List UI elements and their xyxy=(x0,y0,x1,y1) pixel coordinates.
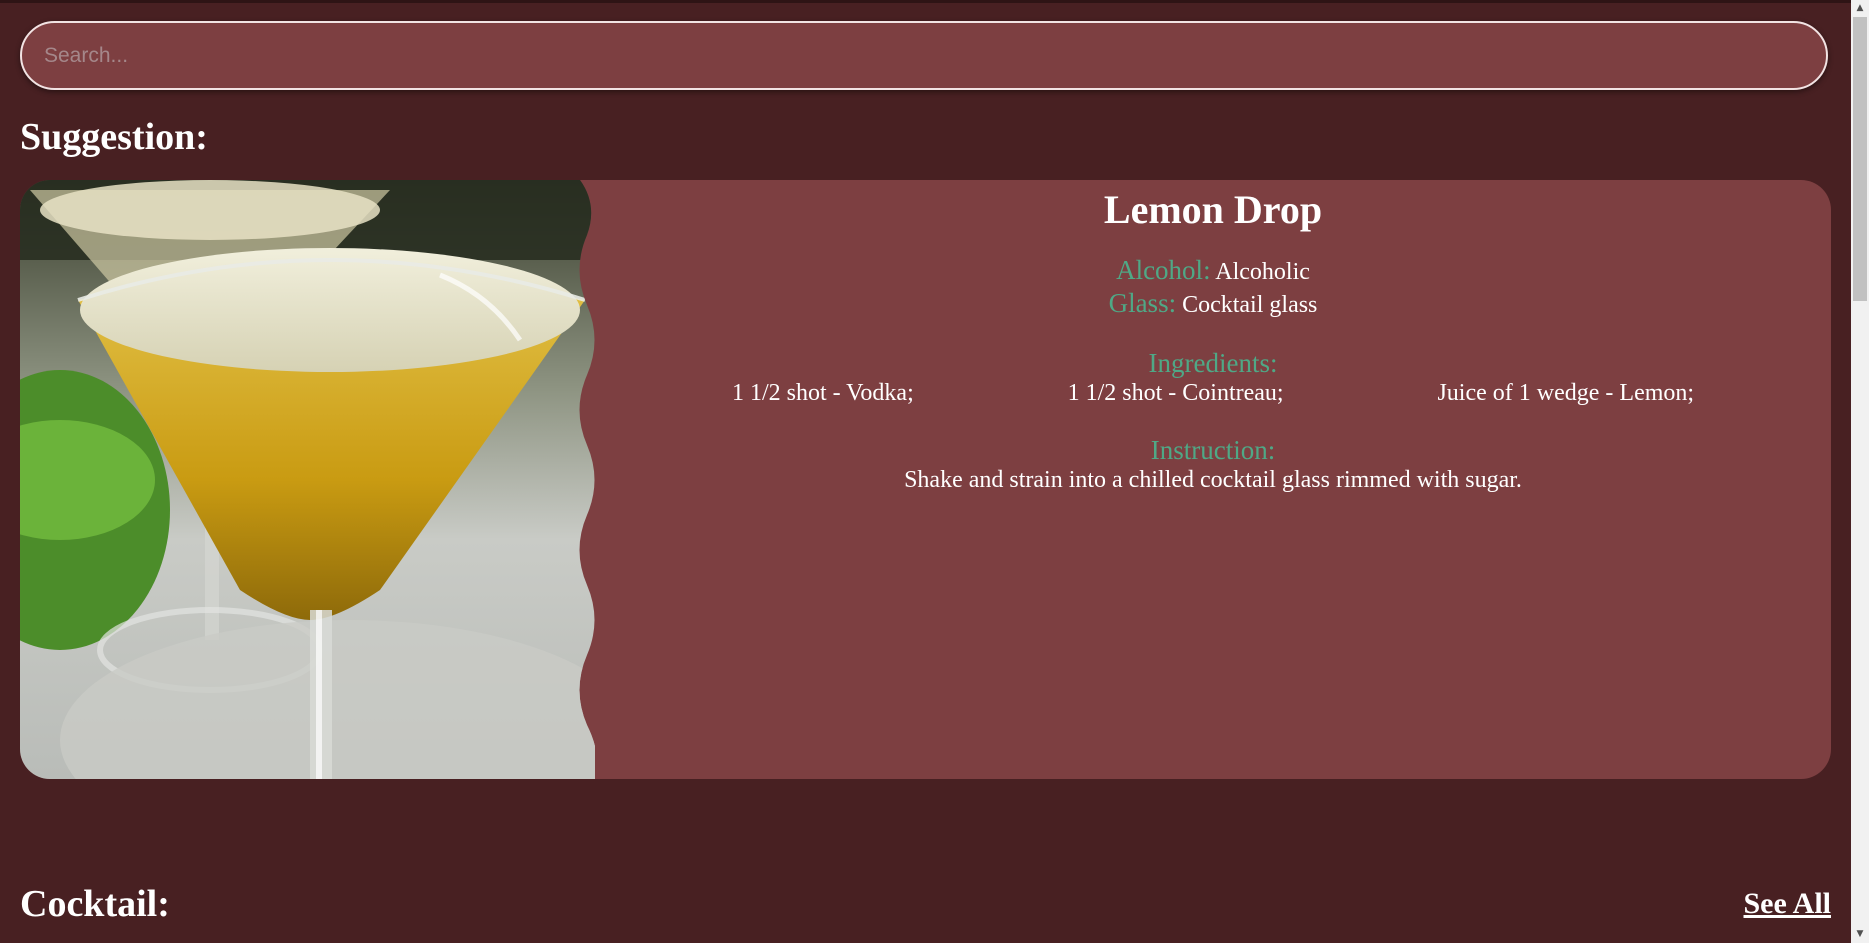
instruction-text: Shake and strain into a chilled cocktail… xyxy=(904,467,1522,493)
drink-name: Lemon Drop xyxy=(1103,187,1323,232)
cocktail-heading: Cocktail: xyxy=(20,883,170,925)
alcohol-value: Alcoholic xyxy=(1215,259,1310,285)
glass-label: Glass: xyxy=(1108,288,1177,318)
suggestion-card[interactable]: Lemon Drop Alcohol: Alcoholic Glass: Coc… xyxy=(20,180,1831,779)
scroll-up-arrow-icon[interactable]: ▲ xyxy=(1851,0,1869,17)
see-all-link[interactable]: See All xyxy=(1744,887,1832,921)
ingredients-label: Ingredients: xyxy=(1148,348,1278,378)
drink-details: Lemon Drop Alcohol: Alcoholic Glass: Coc… xyxy=(595,180,1831,779)
vertical-scrollbar[interactable]: ▲ ▼ xyxy=(1851,0,1869,943)
suggestion-heading: Suggestion: xyxy=(20,116,208,158)
ingredient-item: Juice of 1 wedge - Lemon; xyxy=(1437,380,1695,406)
glass-value: Cocktail glass xyxy=(1182,292,1318,318)
ingredient-item: 1 1/2 shot - Vodka; xyxy=(731,380,914,406)
alcohol-label: Alcohol: xyxy=(1116,255,1211,285)
glass-row: Glass: Cocktail glass xyxy=(595,288,1831,320)
page: Suggestion: xyxy=(0,0,1851,943)
search-input[interactable] xyxy=(20,21,1828,90)
scroll-thumb[interactable] xyxy=(1853,17,1867,301)
scroll-down-arrow-icon[interactable]: ▼ xyxy=(1851,926,1869,943)
cocktail-photo xyxy=(20,180,595,779)
ingredients-list: 1 1/2 shot - Vodka; 1 1/2 shot - Cointre… xyxy=(655,378,1771,408)
ingredient-item: 1 1/2 shot - Cointreau; xyxy=(1067,380,1284,406)
top-edge-shade xyxy=(0,0,1851,3)
instruction-label: Instruction: xyxy=(1150,435,1276,465)
alcohol-row: Alcohol: Alcoholic xyxy=(595,255,1831,287)
